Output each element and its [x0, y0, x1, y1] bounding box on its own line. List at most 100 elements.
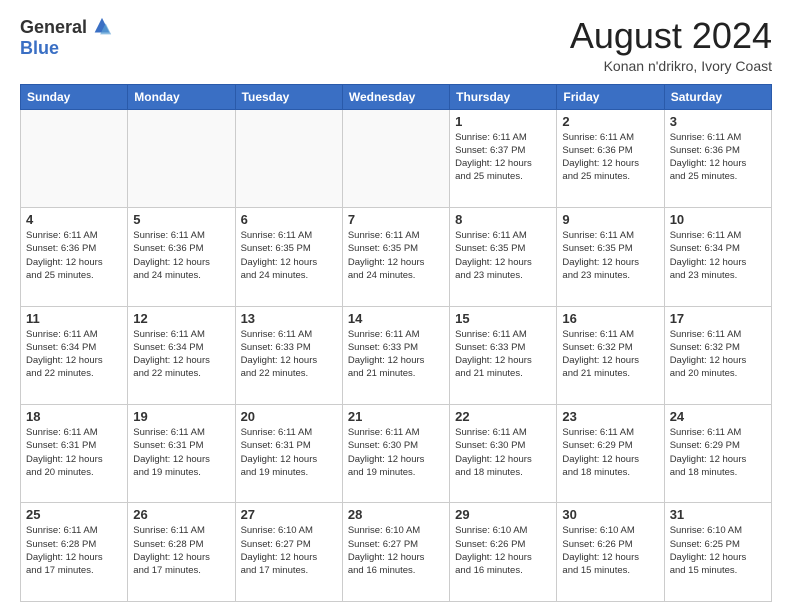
header: General Blue August 2024 Konan n'drikro,…: [20, 16, 772, 74]
day-number: 7: [348, 212, 444, 227]
calendar-week-3: 11 Sunrise: 6:11 AM Sunset: 6:34 PM Dayli…: [21, 306, 772, 404]
day-info: Sunrise: 6:11 AM Sunset: 6:35 PM Dayligh…: [455, 229, 551, 282]
calendar-cell: 31 Sunrise: 6:10 AM Sunset: 6:25 PM Dayli…: [664, 503, 771, 602]
calendar-cell: [342, 109, 449, 207]
day-number: 1: [455, 114, 551, 129]
calendar-cell: 16 Sunrise: 6:11 AM Sunset: 6:32 PM Dayli…: [557, 306, 664, 404]
calendar-cell: 2Sunrise: 6:11 AM Sunset: 6:36 PM Daylig…: [557, 109, 664, 207]
day-info: Sunrise: 6:11 AM Sunset: 6:29 PM Dayligh…: [670, 426, 766, 479]
day-info: Sunrise: 6:11 AM Sunset: 6:35 PM Dayligh…: [241, 229, 337, 282]
day-info: Sunrise: 6:10 AM Sunset: 6:25 PM Dayligh…: [670, 524, 766, 577]
calendar-cell: [235, 109, 342, 207]
calendar-cell: 22Sunrise: 6:11 AM Sunset: 6:30 PM Dayli…: [450, 405, 557, 503]
calendar-cell: 6Sunrise: 6:11 AM Sunset: 6:35 PM Daylig…: [235, 208, 342, 306]
calendar-cell: 8Sunrise: 6:11 AM Sunset: 6:35 PM Daylig…: [450, 208, 557, 306]
day-of-week-saturday: Saturday: [664, 84, 771, 109]
calendar-cell: 5Sunrise: 6:11 AM Sunset: 6:36 PM Daylig…: [128, 208, 235, 306]
calendar-cell: 17Sunrise: 6:11 AM Sunset: 6:32 PM Dayli…: [664, 306, 771, 404]
day-number: 17: [670, 311, 766, 326]
logo-blue-text: Blue: [20, 38, 59, 59]
day-number: 10: [670, 212, 766, 227]
month-title: August 2024: [570, 16, 772, 56]
day-number: 21: [348, 409, 444, 424]
calendar-week-4: 18 Sunrise: 6:11 AM Sunset: 6:31 PM Dayli…: [21, 405, 772, 503]
logo-icon: [91, 16, 113, 38]
day-number: 18: [26, 409, 122, 424]
day-info: Sunrise: 6:11 AM Sunset: 6:33 PM Dayligh…: [241, 328, 337, 381]
day-number: 31: [670, 507, 766, 522]
day-of-week-tuesday: Tuesday: [235, 84, 342, 109]
page: General Blue August 2024 Konan n'drikro,…: [0, 0, 792, 612]
day-info: Sunrise: 6:11 AM Sunset: 6:28 PM Dayligh…: [26, 524, 122, 577]
calendar-cell: 18Sunrise: 6:11 AM Sunset: 6:31 PM Dayli…: [21, 405, 128, 503]
calendar-cell: 13 Sunrise: 6:11 AM Sunset: 6:33 PM Dayli…: [235, 306, 342, 404]
calendar-cell: 20Sunrise: 6:11 AM Sunset: 6:31 PM Dayli…: [235, 405, 342, 503]
day-info: Sunrise: 6:11 AM Sunset: 6:31 PM Dayligh…: [241, 426, 337, 479]
day-number: 29: [455, 507, 551, 522]
day-of-week-sunday: Sunday: [21, 84, 128, 109]
day-number: 13: [241, 311, 337, 326]
day-info: Sunrise: 6:11 AM Sunset: 6:33 PM Dayligh…: [455, 328, 551, 381]
calendar-week-2: 4 Sunrise: 6:11 AM Sunset: 6:36 PM Daylig…: [21, 208, 772, 306]
calendar-cell: 29 Sunrise: 6:10 AM Sunset: 6:26 PM Dayli…: [450, 503, 557, 602]
calendar-cell: 30 Sunrise: 6:10 AM Sunset: 6:26 PM Dayli…: [557, 503, 664, 602]
day-of-week-friday: Friday: [557, 84, 664, 109]
day-number: 30: [562, 507, 658, 522]
logo-general-text: General: [20, 17, 87, 38]
day-info: Sunrise: 6:11 AM Sunset: 6:30 PM Dayligh…: [348, 426, 444, 479]
day-number: 11: [26, 311, 122, 326]
day-info: Sunrise: 6:11 AM Sunset: 6:36 PM Dayligh…: [670, 131, 766, 184]
calendar-cell: 7 Sunrise: 6:11 AM Sunset: 6:35 PM Daylig…: [342, 208, 449, 306]
day-info: Sunrise: 6:11 AM Sunset: 6:32 PM Dayligh…: [562, 328, 658, 381]
day-number: 12: [133, 311, 229, 326]
calendar-table: SundayMondayTuesdayWednesdayThursdayFrid…: [20, 84, 772, 602]
day-number: 23: [562, 409, 658, 424]
day-number: 14: [348, 311, 444, 326]
day-info: Sunrise: 6:11 AM Sunset: 6:37 PM Dayligh…: [455, 131, 551, 184]
day-number: 24: [670, 409, 766, 424]
day-info: Sunrise: 6:11 AM Sunset: 6:33 PM Dayligh…: [348, 328, 444, 381]
day-number: 22: [455, 409, 551, 424]
calendar-cell: 26 Sunrise: 6:11 AM Sunset: 6:28 PM Dayli…: [128, 503, 235, 602]
calendar-week-5: 25Sunrise: 6:11 AM Sunset: 6:28 PM Dayli…: [21, 503, 772, 602]
day-of-week-thursday: Thursday: [450, 84, 557, 109]
calendar-cell: 4 Sunrise: 6:11 AM Sunset: 6:36 PM Daylig…: [21, 208, 128, 306]
calendar-cell: 15 Sunrise: 6:11 AM Sunset: 6:33 PM Dayli…: [450, 306, 557, 404]
day-number: 27: [241, 507, 337, 522]
calendar-cell: 1 Sunrise: 6:11 AM Sunset: 6:37 PM Daylig…: [450, 109, 557, 207]
day-info: Sunrise: 6:11 AM Sunset: 6:34 PM Dayligh…: [133, 328, 229, 381]
day-number: 9: [562, 212, 658, 227]
day-info: Sunrise: 6:10 AM Sunset: 6:26 PM Dayligh…: [455, 524, 551, 577]
calendar-cell: 25Sunrise: 6:11 AM Sunset: 6:28 PM Dayli…: [21, 503, 128, 602]
day-info: Sunrise: 6:11 AM Sunset: 6:29 PM Dayligh…: [562, 426, 658, 479]
calendar-cell: 14 Sunrise: 6:11 AM Sunset: 6:33 PM Dayli…: [342, 306, 449, 404]
calendar-cell: [21, 109, 128, 207]
logo: General Blue: [20, 16, 113, 59]
title-block: August 2024 Konan n'drikro, Ivory Coast: [570, 16, 772, 74]
day-number: 28: [348, 507, 444, 522]
day-number: 5: [133, 212, 229, 227]
day-number: 4: [26, 212, 122, 227]
calendar-cell: 12 Sunrise: 6:11 AM Sunset: 6:34 PM Dayli…: [128, 306, 235, 404]
day-number: 3: [670, 114, 766, 129]
calendar-cell: 11 Sunrise: 6:11 AM Sunset: 6:34 PM Dayli…: [21, 306, 128, 404]
day-info: Sunrise: 6:11 AM Sunset: 6:34 PM Dayligh…: [670, 229, 766, 282]
day-info: Sunrise: 6:10 AM Sunset: 6:27 PM Dayligh…: [348, 524, 444, 577]
day-info: Sunrise: 6:10 AM Sunset: 6:26 PM Dayligh…: [562, 524, 658, 577]
calendar-cell: 9Sunrise: 6:11 AM Sunset: 6:35 PM Daylig…: [557, 208, 664, 306]
day-number: 26: [133, 507, 229, 522]
calendar-cell: 24 Sunrise: 6:11 AM Sunset: 6:29 PM Dayli…: [664, 405, 771, 503]
calendar-cell: 28 Sunrise: 6:10 AM Sunset: 6:27 PM Dayli…: [342, 503, 449, 602]
day-of-week-monday: Monday: [128, 84, 235, 109]
calendar-cell: 19Sunrise: 6:11 AM Sunset: 6:31 PM Dayli…: [128, 405, 235, 503]
day-number: 16: [562, 311, 658, 326]
calendar-cell: 21 Sunrise: 6:11 AM Sunset: 6:30 PM Dayli…: [342, 405, 449, 503]
day-info: Sunrise: 6:11 AM Sunset: 6:35 PM Dayligh…: [348, 229, 444, 282]
day-info: Sunrise: 6:11 AM Sunset: 6:34 PM Dayligh…: [26, 328, 122, 381]
location: Konan n'drikro, Ivory Coast: [570, 58, 772, 74]
day-number: 15: [455, 311, 551, 326]
calendar-cell: 3 Sunrise: 6:11 AM Sunset: 6:36 PM Daylig…: [664, 109, 771, 207]
day-info: Sunrise: 6:11 AM Sunset: 6:28 PM Dayligh…: [133, 524, 229, 577]
calendar-week-1: 1 Sunrise: 6:11 AM Sunset: 6:37 PM Daylig…: [21, 109, 772, 207]
day-info: Sunrise: 6:11 AM Sunset: 6:36 PM Dayligh…: [26, 229, 122, 282]
